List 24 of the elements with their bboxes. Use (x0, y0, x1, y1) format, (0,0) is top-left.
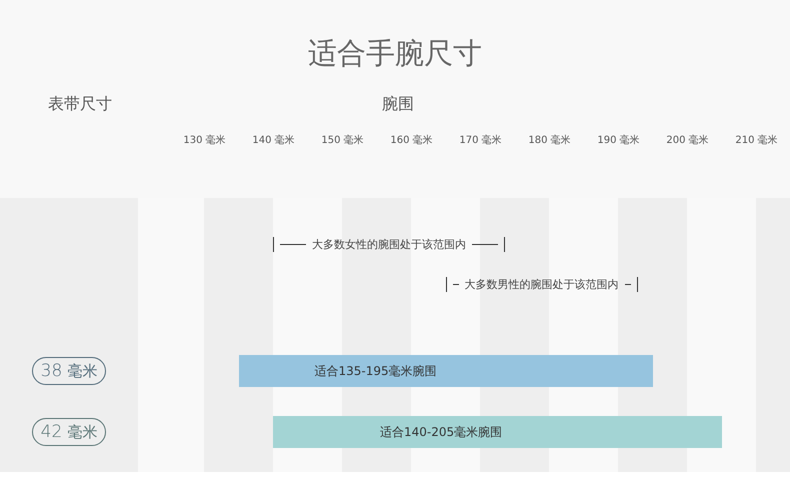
tick-label: 190 毫米 (597, 134, 640, 147)
range-bar: 适合135-195毫米腕围 (238, 355, 652, 387)
size-number: 42 (40, 422, 62, 442)
band-size-heading: 表带尺寸 (48, 94, 112, 115)
range-bar: 适合140-205毫米腕围 (273, 416, 722, 448)
range-line (280, 244, 306, 245)
range-note: 大多数女性的腕围处于该范围内 (312, 237, 466, 252)
range-line (452, 284, 458, 285)
tick-label: 180 毫米 (528, 134, 571, 147)
tick-label: 130 毫米 (183, 134, 226, 147)
page-title: 适合手腕尺寸 (307, 35, 483, 72)
range-note: 大多数男性的腕围处于该范围内 (464, 277, 618, 292)
size-unit: 毫米 (67, 362, 98, 381)
tick-label: 170 毫米 (459, 134, 502, 147)
tick-label: 140 毫米 (252, 134, 295, 147)
size-number: 38 (40, 361, 62, 381)
wrist-heading: 腕围 (382, 94, 414, 115)
size-unit: 毫米 (67, 423, 98, 442)
tick-label: 200 毫米 (666, 134, 709, 147)
tick-label: 160 毫米 (390, 134, 433, 147)
range-line (472, 244, 498, 245)
range-line (624, 284, 630, 285)
tick-label: 150 毫米 (321, 134, 364, 147)
tick-label: 210 毫米 (735, 134, 778, 147)
